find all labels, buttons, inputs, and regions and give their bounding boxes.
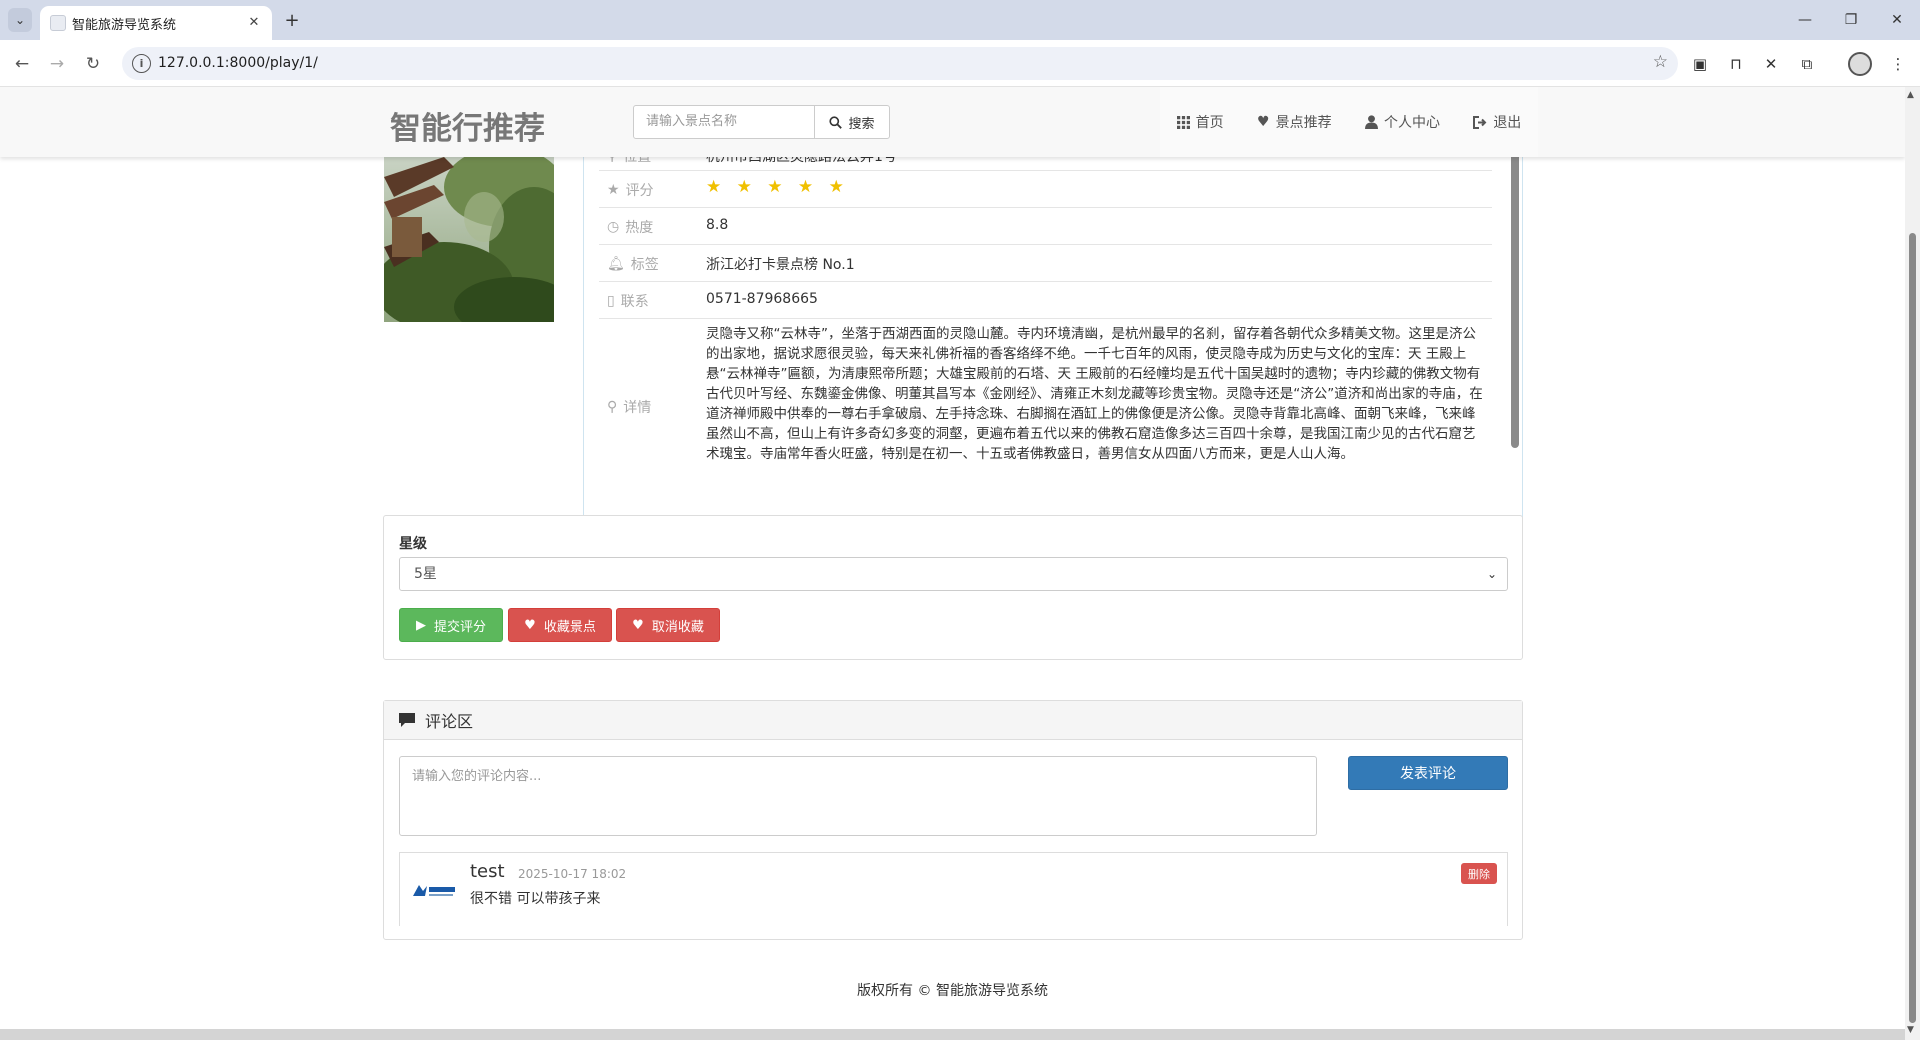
detail-label-description: ⚲ 详情 [607,399,652,416]
page-viewport: 智能行推荐 请输入景点名称 搜索 首页 ♥ 景点推荐 个人中心 退出 位置 杭州… [0,87,1905,1040]
heart-icon: ♥ [1257,114,1270,130]
detail-row-contact: ▯ 联系 0571-87968665 [599,282,1492,319]
rating-stars: ★ ★ ★ ★ ★ [706,177,849,197]
grid-icon [1176,115,1190,129]
detail-row-description: ⚲ 详情 灵隐寺又称“云林寺”，坐落于西湖西面的灵隐山麓。寺内环境清幽，是杭州最早… [599,319,1492,499]
rating-panel: 星级 5星 ⌄ ▶ 提交评分 ♥ 收藏景点 ♥ 取消收藏 [383,515,1523,660]
site-navbar: 智能行推荐 请输入景点名称 搜索 首页 ♥ 景点推荐 个人中心 退出 [0,87,1905,157]
nav-label-home: 首页 [1195,115,1224,131]
page-vertical-scrollbar[interactable]: ▲ ▼ [1905,87,1920,1040]
main-nav: 首页 ♥ 景点推荐 个人中心 退出 [1160,87,1538,157]
nav-label-profile: 个人中心 [1383,115,1440,131]
detail-row-tags: 🔔︎ 标签 浙江必打卡景点榜 No.1 [599,245,1492,282]
search-icon [829,115,843,129]
comment-panel-header: 评论区 [384,701,1522,740]
site-info-icon[interactable]: i [132,54,151,73]
detail-row-heat: ◷ 热度 8.8 [599,208,1492,245]
bookmark-star-icon[interactable]: ☆ [1653,52,1668,72]
user-icon [1364,115,1378,129]
page-scroll-down-icon[interactable]: ▼ [1907,1025,1914,1035]
comment-content: 很不错 可以带孩子来 [470,891,601,907]
submit-rating-label: 提交评分 [433,619,486,635]
page-scroll-up-icon[interactable]: ▲ [1907,90,1914,100]
favorite-button[interactable]: ♥ 收藏景点 [508,608,612,642]
delete-comment-button[interactable]: 删除 [1461,863,1497,884]
play-icon: ▶ [415,617,426,633]
logout-icon [1473,115,1487,129]
menu-kebab-icon[interactable]: ⋮ [1884,50,1912,78]
detail-value-heat: 8.8 [706,217,729,233]
comment-input[interactable]: 请输入您的评论内容... [399,756,1317,836]
detail-row-rating: ★ 评分 ★ ★ ★ ★ ★ [599,171,1492,208]
detail-scroll-thumb[interactable] [1511,148,1519,448]
puzzle-extensions-icon[interactable]: ⧉ [1793,50,1821,78]
detail-description-text: 灵隐寺又称“云林寺”，坐落于西湖西面的灵隐山麓。寺内环境清幽，是杭州最早的名刹，… [706,326,1483,462]
new-tab-button[interactable]: + [280,8,304,32]
back-icon[interactable]: ← [8,50,36,78]
url-text[interactable]: 127.0.0.1:8000/play/1/ [158,55,318,71]
post-comment-button[interactable]: 发表评论 [1348,756,1508,790]
close-window-button[interactable]: ✕ [1874,6,1920,34]
detail-label-contact: ▯ 联系 [607,293,649,310]
clock-icon: ◷ [607,219,620,235]
star-level-selected: 5星 [414,566,437,582]
detail-label-tags: 🔔︎ 标签 [607,256,659,273]
detail-value-tags: 浙江必打卡景点榜 No.1 [706,257,855,273]
page-scroll-thumb[interactable] [1909,233,1916,1023]
star-level-label: 星级 [399,536,427,552]
detail-label-rating: ★ 评分 [607,182,654,199]
heart-icon: ♥ [632,617,644,633]
tab-title: 智能旅游导览系统 [72,18,177,33]
browser-tab[interactable]: 智能旅游导览系统 ✕ [40,6,272,40]
chevron-down-icon: ⌄ [1486,567,1497,581]
minimize-button[interactable]: — [1782,6,1828,34]
browser-toolbar: ← → ↻ i 127.0.0.1:8000/play/1/ ☆ ▣ ⊓ ✕ ⧉… [0,40,1920,87]
nav-item-profile[interactable]: 个人中心 [1364,112,1440,132]
unfavorite-button[interactable]: ♥ 取消收藏 [616,608,720,642]
map-marker-icon: ⚲ [607,399,618,415]
browser-tab-bar: ⌄ 智能旅游导览系统 ✕ + — ❐ ✕ [0,0,1920,40]
reload-icon[interactable]: ↻ [79,50,107,78]
site-brand[interactable]: 智能行推荐 [390,103,545,148]
favorite-label: 收藏景点 [543,619,596,635]
forward-icon[interactable]: → [43,50,71,78]
close-tab-icon[interactable]: ✕ [244,12,264,32]
site-favicon-icon [50,15,66,31]
nav-label-logout: 退出 [1493,115,1522,131]
search-button-label: 搜索 [848,116,875,132]
star-level-select[interactable]: 5星 ⌄ [399,557,1508,591]
comment-timestamp: 2025-10-17 18:02 [518,867,627,881]
nav-item-home[interactable]: 首页 [1176,112,1224,132]
restore-button[interactable]: ❐ [1828,6,1874,34]
nav-item-recommend[interactable]: ♥ 景点推荐 [1257,112,1332,132]
nav-item-logout[interactable]: 退出 [1473,112,1521,132]
close-icon[interactable]: ✕ [1757,50,1785,78]
tab-search-button[interactable]: ⌄ [8,8,32,32]
horizontal-scroll-track[interactable] [0,1029,1905,1040]
bookmark-icon[interactable]: ⊓ [1722,50,1750,78]
submit-rating-button[interactable]: ▶ 提交评分 [399,608,503,642]
site-footer: 版权所有 © 智能旅游导览系统 [857,983,1048,999]
comment-icon [399,713,415,727]
search-input[interactable]: 请输入景点名称 [633,105,815,139]
address-bar[interactable]: i 127.0.0.1:8000/play/1/ ☆ [122,47,1678,80]
profile-avatar-icon[interactable] [1848,52,1872,76]
extension-icon[interactable]: ▣ [1686,50,1714,78]
comment-panel-title: 评论区 [425,712,474,731]
bell-icon: 🔔︎ [607,256,625,272]
unfavorite-label: 取消收藏 [651,619,704,635]
comment-panel: 评论区 请输入您的评论内容... 发表评论 test 2025-10-17 18… [383,700,1523,940]
phone-icon: ▯ [607,293,615,309]
comment-item: test 2025-10-17 18:02 很不错 可以带孩子来 删除 [399,852,1508,926]
scenic-photo [384,157,554,322]
commenter-avatar [410,874,458,908]
comment-username[interactable]: test [470,861,505,882]
nav-label-recommend: 景点推荐 [1275,115,1332,131]
detail-label-heat: ◷ 热度 [607,219,654,236]
search-button[interactable]: 搜索 [814,105,890,139]
heart-icon: ♥ [524,617,536,633]
star-icon: ★ [607,182,620,198]
detail-value-contact: 0571-87968665 [706,291,818,307]
